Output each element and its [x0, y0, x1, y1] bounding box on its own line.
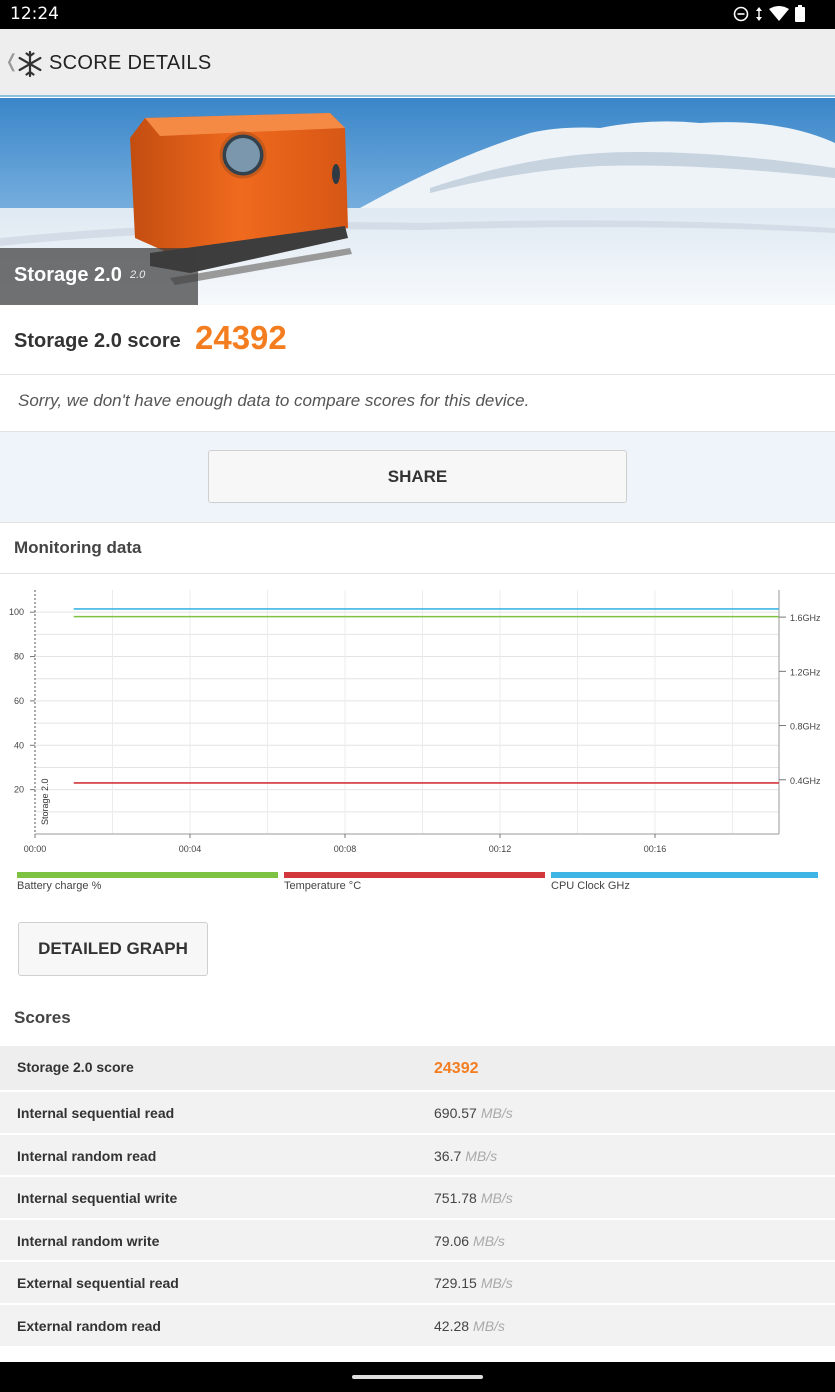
left-tick-label: 60: [14, 696, 24, 706]
page-title: SCORE DETAILS: [49, 52, 212, 74]
score-row-label: External sequential read: [17, 1275, 179, 1292]
status-bar: 12:24: [0, 0, 835, 29]
legend-temperature: Temperature °C: [284, 872, 545, 902]
data-arrows-icon: [756, 6, 762, 21]
navigation-bar: [0, 1362, 835, 1392]
score-row-label: External random read: [17, 1317, 161, 1334]
banner-test-name: Storage 2.0: [14, 264, 122, 286]
score-value: 24392: [195, 319, 287, 356]
score-row-value: 42.28 MB/s: [434, 1317, 505, 1334]
scores-title: Scores: [14, 1008, 71, 1027]
left-tick-label: 20: [14, 785, 24, 795]
score-label: Storage 2.0 score: [14, 330, 181, 352]
score-row: Internal random read 36.7 MB/s: [0, 1134, 835, 1178]
score-row: Internal sequential read 690.57 MB/s: [0, 1092, 835, 1135]
score-row-unit: MB/s: [480, 1190, 513, 1207]
x-tick-label: 00:04: [179, 844, 202, 854]
x-tick-label: 00:08: [334, 844, 357, 854]
score-row-unit: MB/s: [465, 1147, 498, 1164]
score-row-unit: MB/s: [473, 1232, 505, 1249]
detailed-graph-button[interactable]: DETAILED GRAPH: [18, 922, 208, 976]
score-row: Storage 2.0 score 24392: [0, 1046, 835, 1092]
score-row-label: Internal random read: [17, 1147, 157, 1164]
right-tick-label: 1.6GHz: [790, 613, 821, 623]
left-tick-label: 40: [14, 740, 24, 750]
score-row-value: 36.7 MB/s: [434, 1147, 498, 1164]
score-row-label: Internal random write: [17, 1232, 160, 1249]
test-banner: Storage 2.0 2.0: [0, 98, 835, 305]
legend-battery-label: Battery charge %: [17, 880, 102, 892]
compare-message: Sorry, we don't have enough data to comp…: [0, 376, 835, 432]
score-row-value: 24392: [434, 1060, 479, 1077]
compare-message-text: Sorry, we don't have enough data to comp…: [18, 391, 530, 410]
home-gesture-handle[interactable]: [352, 1375, 483, 1379]
right-tick-label: 1.2GHz: [790, 667, 821, 677]
score-row-value: 79.06 MB/s: [434, 1232, 505, 1249]
share-section: SHARE: [0, 432, 835, 522]
do-not-disturb-icon: [733, 6, 749, 21]
scores-table: Storage 2.0 score 24392 Internal sequentia…: [0, 1046, 835, 1348]
left-tick-label: 80: [14, 652, 24, 662]
score-row-value: 751.78 MB/s: [434, 1190, 513, 1207]
monitoring-title: Monitoring data: [14, 538, 142, 557]
wifi-icon: [769, 5, 789, 21]
legend-temperature-swatch: [284, 872, 545, 878]
monitoring-chart-svg: 20 40 60 80 100 0.4GHz 0.8GHz 1.2GHz 1.6GHz 00:00…: [9, 590, 821, 854]
battery-icon: [795, 5, 805, 22]
score-summary: Storage 2.0 score 24392: [0, 305, 835, 375]
monitoring-header: Monitoring data: [0, 522, 835, 574]
right-tick-label: 0.8GHz: [790, 722, 821, 732]
test-marker-label: Storage 2.0: [40, 778, 50, 825]
x-tick-label: 00:00: [24, 844, 47, 854]
legend-battery-swatch: [17, 872, 278, 878]
score-row-label: Internal sequential read: [17, 1105, 175, 1121]
score-row-value: 729.15 MB/s: [434, 1275, 513, 1292]
legend-cpu-clock: CPU Clock GHz: [551, 872, 818, 902]
score-row: Internal random write 79.06 MB/s: [0, 1219, 835, 1263]
score-row-unit: MB/s: [473, 1317, 505, 1334]
score-row: Internal sequential write 751.78 MB/s: [0, 1177, 835, 1220]
score-row-unit: MB/s: [480, 1275, 513, 1292]
score-row-value: 690.57 MB/s: [434, 1105, 513, 1121]
legend-cpu-clock-label: CPU Clock GHz: [551, 880, 630, 892]
left-tick-label: 100: [9, 607, 24, 617]
score-row: External sequential read 729.15 MB/s: [0, 1262, 835, 1305]
x-tick-label: 00:16: [644, 844, 667, 854]
status-icons: [733, 5, 805, 22]
snowflake-logo-icon: [18, 50, 42, 78]
legend-battery: Battery charge %: [17, 872, 278, 902]
score-row: External random read 42.28 MB/s: [0, 1304, 835, 1348]
score-row-unit: MB/s: [480, 1105, 513, 1121]
clock: 12:24: [10, 4, 59, 24]
legend-temperature-label: Temperature °C: [284, 880, 362, 892]
banner-test-version: 2.0: [130, 269, 146, 281]
monitoring-chart: 20 40 60 80 100 0.4GHz 0.8GHz 1.2GHz 1.6GHz 00:00…: [0, 580, 835, 900]
legend-cpu-clock-swatch: [551, 872, 818, 878]
x-tick-label: 00:12: [489, 844, 512, 854]
share-button[interactable]: SHARE: [208, 450, 627, 503]
right-tick-label: 0.4GHz: [790, 776, 821, 786]
score-row-label: Storage 2.0 score: [17, 1059, 134, 1075]
app-bar: ❬ SCORE DETAILS: [0, 29, 835, 97]
score-row-label: Internal sequential write: [17, 1190, 178, 1207]
